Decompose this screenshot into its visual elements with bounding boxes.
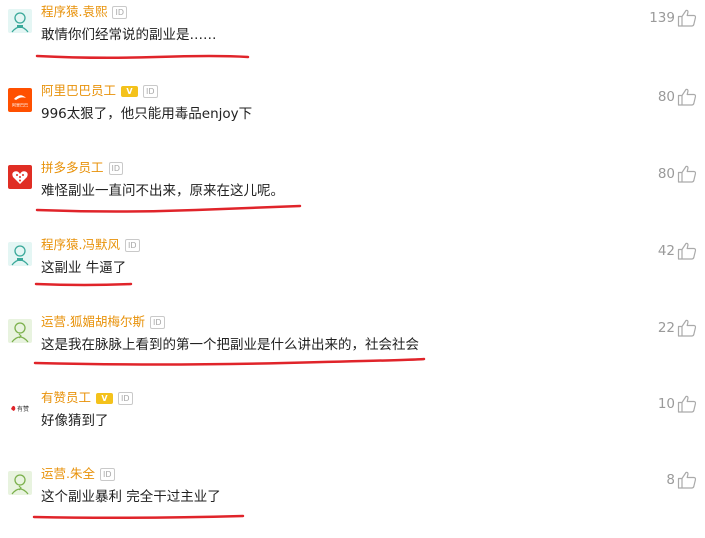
thumbs-up-icon[interactable] (677, 319, 697, 337)
comment-text: 这个副业暴利 完全干过主业了 (41, 489, 221, 505)
comment-text: 996太狠了，他只能用毒品enjoy下 (41, 106, 253, 122)
id-badge: ID (118, 391, 133, 405)
like-button[interactable]: 42 (658, 241, 697, 261)
like-button[interactable]: 8 (666, 470, 697, 490)
like-count: 42 (657, 243, 675, 259)
comment-text: 这副业 牛逼了 (41, 260, 127, 276)
like-count: 80 (657, 89, 675, 105)
like-count: 10 (657, 396, 675, 412)
comment-text: 这是我在脉脉上看到的第一个把副业是什么讲出来的，社会社会 (41, 337, 419, 353)
like-button[interactable]: 139 (649, 8, 697, 28)
author-name[interactable]: 运营.狐媚胡梅尔斯 (41, 313, 145, 331)
youzan-logo-text: 有赞 (17, 405, 29, 413)
like-count: 139 (649, 10, 675, 26)
thumbs-up-icon[interactable] (677, 88, 697, 106)
id-badge: ID (99, 467, 115, 481)
comment-item: 拼多多员工 ID 难怪副业一直问不出来，原来在这儿呢。 80 (0, 156, 705, 232)
comment-item: 运营.朱全 ID 这个副业暴利 完全干过主业了 8 (0, 462, 705, 538)
thumbs-up-icon[interactable] (677, 165, 697, 183)
programmer-avatar[interactable] (8, 242, 32, 266)
like-count: 22 (657, 320, 675, 336)
author-name[interactable]: 拼多多员工 (41, 159, 104, 177)
like-button[interactable]: 10 (658, 394, 697, 414)
comment-item: 运营.狐媚胡梅尔斯 ID 这是我在脉脉上看到的第一个把副业是什么讲出来的，社会社… (0, 310, 705, 386)
thumbs-up-icon[interactable] (677, 242, 697, 260)
programmer-avatar[interactable] (8, 9, 32, 33)
comment-text: 敢情你们经常说的副业是…… (41, 27, 217, 43)
alibaba-logo[interactable]: 阿里巴巴 (8, 88, 32, 112)
author-name[interactable]: 阿里巴巴员工 (41, 82, 116, 100)
id-badge: ID (108, 161, 124, 175)
alibaba-logo-text: 阿里巴巴 (12, 102, 28, 108)
pinduoduo-logo[interactable] (8, 165, 32, 189)
youzan-logo[interactable]: 有赞 (8, 395, 32, 419)
id-badge: ID (149, 315, 165, 329)
thumbs-up-icon[interactable] (677, 471, 697, 489)
operations-avatar[interactable] (8, 471, 32, 495)
author-name[interactable]: 程序猿.冯默风 (41, 236, 120, 254)
operations-avatar[interactable] (8, 319, 32, 343)
comment-text: 难怪副业一直问不出来，原来在这儿呢。 (41, 183, 284, 199)
verified-badge: V (121, 85, 139, 97)
author-name[interactable]: 有赞员工 (41, 389, 91, 407)
author-name[interactable]: 程序猿.袁熙 (41, 3, 107, 21)
thumbs-up-icon[interactable] (677, 395, 697, 413)
like-count: 80 (657, 166, 675, 182)
like-count: 8 (666, 472, 675, 488)
comment-item: 有赞 有赞员工 V ID 好像猜到了 10 (0, 386, 705, 462)
like-button[interactable]: 80 (658, 164, 697, 184)
id-badge: ID (112, 5, 128, 19)
comment-item: 程序猿.袁熙 ID 敢情你们经常说的副业是…… 139 (0, 0, 705, 76)
comment-item: 阿里巴巴 阿里巴巴员工 V ID 996太狠了，他只能用毒品enjoy下 80 (0, 79, 705, 155)
thumbs-up-icon[interactable] (677, 9, 697, 27)
like-button[interactable]: 80 (658, 87, 697, 107)
comment-text: 好像猜到了 (41, 413, 109, 429)
comment-list: 程序猿.袁熙 ID 敢情你们经常说的副业是…… 139 阿里巴巴 阿里巴巴员工 … (0, 0, 705, 532)
verified-badge: V (96, 392, 114, 404)
like-button[interactable]: 22 (658, 318, 697, 338)
comment-item: 程序猿.冯默风 ID 这副业 牛逼了 42 (0, 233, 705, 309)
id-badge: ID (124, 238, 140, 252)
author-name[interactable]: 运营.朱全 (41, 465, 95, 483)
id-badge: ID (143, 84, 158, 98)
